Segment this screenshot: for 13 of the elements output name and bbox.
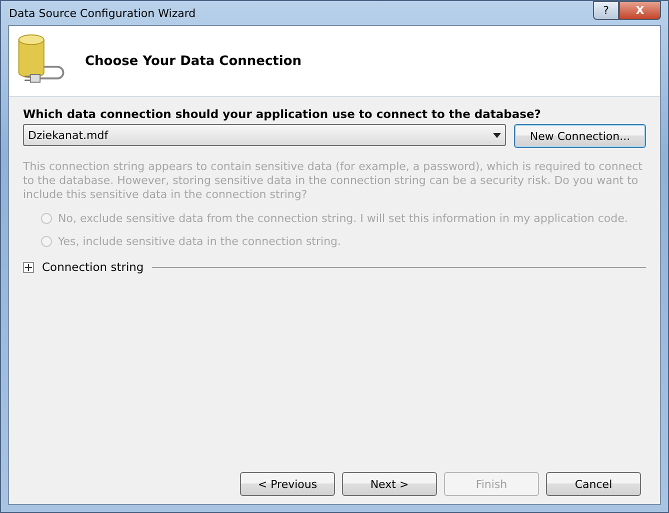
connection-dropdown[interactable]: Dziekanat.mdf [23,124,506,146]
new-connection-button[interactable]: New Connection... [514,124,646,148]
page-title: Choose Your Data Connection [85,54,302,68]
wizard-button[interactable]: Cancel [546,472,641,496]
expand-button[interactable] [23,262,34,272]
sensitive-data-note: This connection string appears to contain sensitive data (for example, a password), which is required to connect to the database. However, storing sensitive data in the connection string can be a security risk. Do you want to include this sensitive data in the connection string? [23,160,644,202]
question-label: Which data connection should your application use to connect to the database? [23,107,542,121]
help-button[interactable]: ? [593,1,619,20]
section-label: Connection string [42,260,144,274]
wizard-button[interactable]: Next > [342,472,437,496]
wizard-button[interactable]: < Previous [240,472,335,496]
caret-icon [493,132,501,138]
window-title: Data Source Configuration Wizard [8,6,196,20]
